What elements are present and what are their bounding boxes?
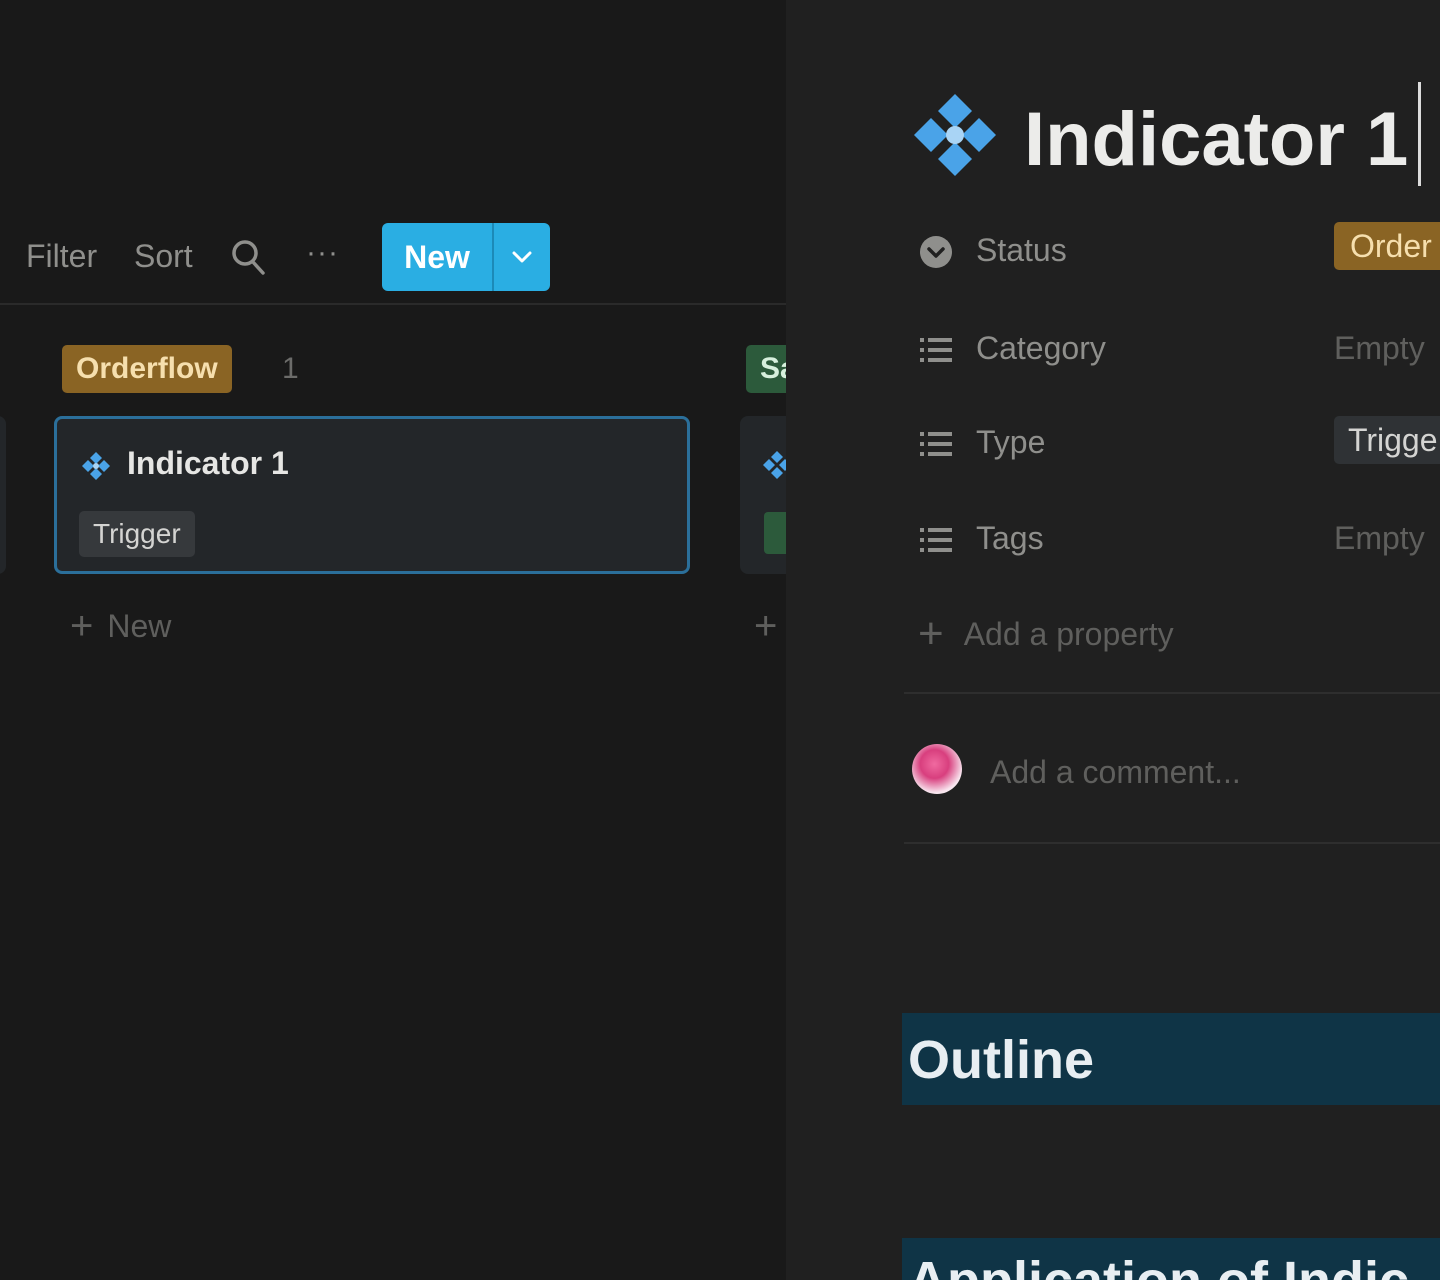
plus-icon[interactable]: + (754, 604, 777, 649)
heading-text: Application of Indic (908, 1250, 1409, 1280)
status-icon (920, 236, 952, 268)
new-dropdown-button[interactable] (494, 223, 550, 291)
page-panel: Indicator 1 Status Order Category Empty (786, 0, 1440, 1280)
list-icon (920, 432, 952, 456)
heading-block[interactable]: Application of Indic (902, 1238, 1440, 1280)
diamond-icon (763, 451, 786, 479)
card-title: Indicator 1 (127, 445, 289, 481)
app-window: Filter Sort ··· New Orderflow 1 Sa (0, 0, 1440, 1280)
add-new-card-button[interactable]: + New (70, 606, 171, 646)
search-icon[interactable] (230, 238, 266, 276)
property-tags[interactable]: Tags Empty (918, 516, 1440, 566)
text-caret (1418, 82, 1421, 186)
new-button[interactable]: New (382, 223, 492, 291)
group-count: 1 (282, 352, 299, 385)
property-label: Status (976, 232, 1067, 268)
list-icon (920, 338, 952, 362)
group-header-orderflow[interactable]: Orderflow (62, 345, 232, 393)
filter-button[interactable]: Filter (26, 238, 97, 275)
divider (904, 842, 1440, 844)
type-value[interactable]: Trigge (1334, 416, 1440, 464)
plus-icon: + (918, 609, 944, 658)
board-view: Filter Sort ··· New Orderflow 1 Sa (0, 0, 786, 1280)
property-category[interactable]: Category Empty (918, 326, 1440, 376)
property-label: Tags (976, 520, 1044, 556)
divider (904, 692, 1440, 694)
avatar (912, 744, 962, 794)
property-label: Category (976, 330, 1106, 366)
chevron-down-icon (512, 251, 532, 263)
add-property-button[interactable]: + Add a property (918, 612, 1174, 656)
property-label: Type (976, 424, 1046, 460)
diamond-icon (82, 452, 110, 480)
property-status[interactable]: Status Order (918, 222, 1440, 278)
comment-input[interactable]: Add a comment... (990, 754, 1241, 791)
board-card-partial[interactable] (0, 416, 6, 574)
add-new-label: New (107, 607, 172, 644)
category-value[interactable]: Empty (1334, 330, 1425, 367)
status-value[interactable]: Order (1334, 222, 1440, 270)
property-type[interactable]: Type Trigge (918, 416, 1440, 470)
heading-block[interactable]: Outline (902, 1013, 1440, 1105)
card-tag-partial (764, 512, 786, 554)
plus-icon: + (70, 604, 94, 648)
board-card-next[interactable] (740, 416, 786, 574)
page-title[interactable]: Indicator 1 (1024, 96, 1408, 183)
new-button-group: New (382, 223, 550, 291)
card-tag: Trigger (79, 511, 195, 557)
more-options-icon[interactable]: ··· (306, 236, 339, 270)
group-header-next[interactable]: Sa (746, 345, 786, 393)
diamond-icon[interactable] (912, 92, 998, 178)
heading-text: Outline (908, 1030, 1094, 1090)
sort-button[interactable]: Sort (134, 238, 193, 275)
tags-value[interactable]: Empty (1334, 520, 1425, 557)
toolbar-divider (0, 303, 786, 305)
board-card[interactable]: Indicator 1 Trigger (54, 416, 690, 574)
add-property-label: Add a property (963, 615, 1174, 652)
list-icon (920, 528, 952, 552)
